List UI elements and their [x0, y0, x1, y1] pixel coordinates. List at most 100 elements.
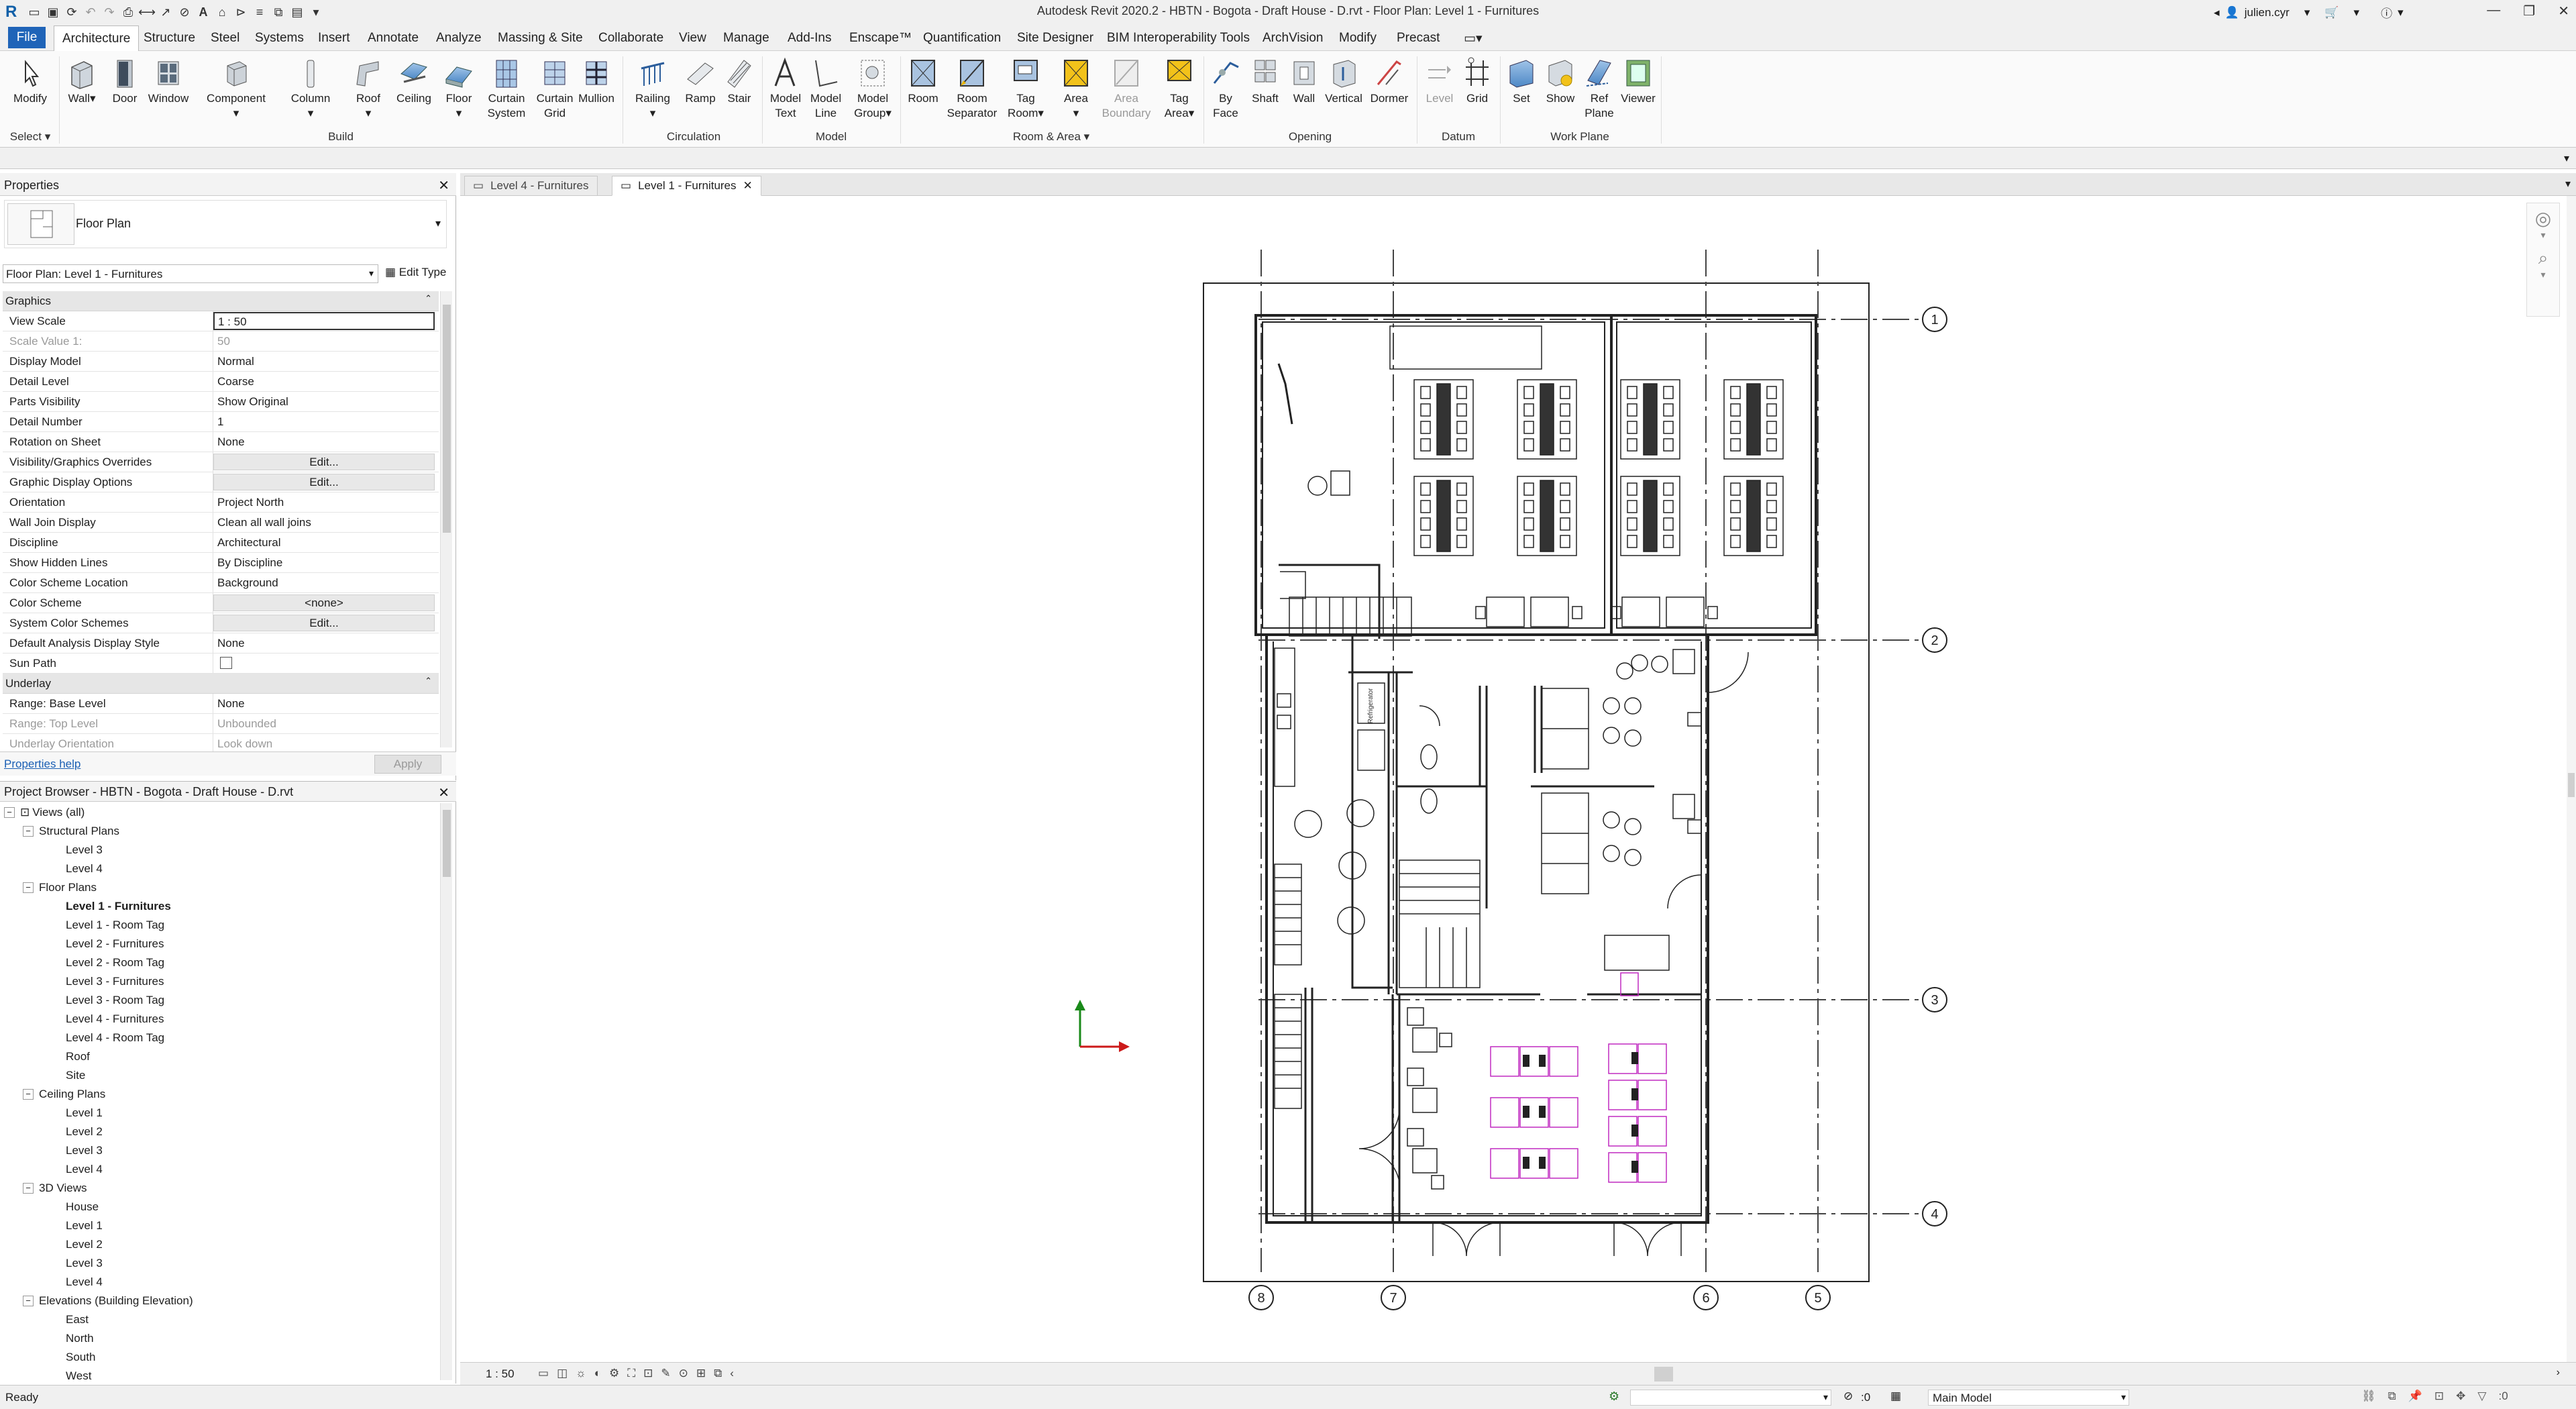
ribbon-toggle-icon[interactable]: ▭▾	[1464, 28, 1483, 50]
tree-item[interactable]: Level 1 - Room Tag	[0, 916, 436, 935]
round-tables[interactable]	[1294, 799, 1375, 935]
prop-row-view-scale[interactable]: View Scale 1 : 50	[3, 311, 439, 331]
minimize-icon[interactable]: —	[2487, 3, 2500, 19]
drawing-canvas[interactable]: Refrigerator 1 2 3 4 8 7 6 5 ◎ ▾ ⌕ ▾	[460, 196, 2567, 1355]
coffee-table[interactable]	[1604, 935, 1670, 971]
tree-item[interactable]: East	[0, 1310, 436, 1329]
roof-button[interactable]: Roof ▾	[349, 56, 388, 121]
crop-region[interactable]	[1203, 282, 1870, 1282]
wall-button[interactable]: Wall▾	[63, 56, 101, 106]
properties-help-link[interactable]: Properties help	[4, 758, 80, 771]
workstations[interactable]	[1490, 972, 1667, 1183]
scroll-right-icon[interactable]: ›	[2557, 1367, 2560, 1379]
grid-button[interactable]: Grid	[1458, 56, 1496, 106]
model-line-button[interactable]: Model Line	[806, 56, 845, 121]
workstation-chairs[interactable]	[1523, 1052, 1638, 1173]
vg-overrides-edit-button[interactable]: Edit...	[213, 454, 435, 470]
detail-level-icon[interactable]: ▭	[538, 1367, 549, 1380]
ref-plane-button[interactable]: Ref Plane	[1580, 56, 1618, 121]
by-face-button[interactable]: By Face	[1208, 56, 1244, 121]
prop-row-vg-overrides[interactable]: Visibility/Graphics Overrides Edit...	[3, 452, 439, 472]
prop-row-default-analysis[interactable]: Default Analysis Display Style None	[3, 633, 439, 654]
scroll-thumb[interactable]	[443, 305, 451, 533]
tree-item[interactable]: Level 3 - Furnitures	[0, 972, 436, 991]
exchange-icon[interactable]: ▾	[2354, 6, 2360, 19]
mullion-button[interactable]: Mullion	[574, 56, 619, 106]
help-dropdown-icon[interactable]: ▾	[2398, 6, 2404, 19]
armchairs[interactable]	[1603, 649, 1701, 866]
door-button[interactable]: Door	[106, 56, 144, 106]
tab-collaborate[interactable]: Collaborate	[598, 28, 663, 50]
prop-row-graphic-display-options[interactable]: Graphic Display Options Edit...	[3, 472, 439, 492]
tab-structure[interactable]: Structure	[144, 28, 195, 50]
temp-hide-icon[interactable]: ✎	[661, 1367, 670, 1380]
panel-room-area[interactable]: Room & Area ▾	[904, 130, 1198, 144]
model-text-button[interactable]: Model Text	[766, 56, 805, 121]
tab-archvision[interactable]: ArchVision	[1263, 28, 1323, 50]
tag-room-button[interactable]: Tag Room▾	[1006, 56, 1045, 121]
close-browser-icon[interactable]: ✕	[438, 784, 449, 801]
prop-row-show-hidden-lines[interactable]: Show Hidden Lines By Discipline	[3, 553, 439, 573]
prop-row-parts-visibility[interactable]: Parts Visibility Show Original	[3, 392, 439, 412]
scroll-thumb[interactable]	[2568, 773, 2575, 797]
level-button[interactable]: Level	[1421, 56, 1458, 106]
tree-elevations[interactable]: − Elevations (Building Elevation)	[0, 1292, 436, 1310]
tree-item[interactable]: Level 2	[0, 1123, 436, 1141]
instance-filter-dropdown[interactable]: Floor Plan: Level 1 - Furnitures ▾	[3, 264, 378, 283]
tree-floor-plans[interactable]: − Floor Plans	[0, 878, 436, 897]
select-underlay-icon[interactable]: ⧉	[2388, 1390, 2396, 1403]
tab-massing-site[interactable]: Massing & Site	[498, 28, 583, 50]
tab-insert[interactable]: Insert	[318, 28, 350, 50]
help-icon[interactable]: ⓘ	[2381, 4, 2392, 21]
tree-item[interactable]: Level 4 - Room Tag	[0, 1029, 436, 1047]
view-tab-level1-furnitures[interactable]: ▭ Level 1 - Furnitures ✕	[612, 176, 761, 196]
tab-add-ins[interactable]: Add-Ins	[788, 28, 831, 50]
sun-path-icon[interactable]: ☼	[576, 1367, 586, 1380]
prop-row-display-model[interactable]: Display Model Normal	[3, 352, 439, 372]
curtain-system-button[interactable]: Curtain System	[482, 56, 531, 121]
workset-dropdown[interactable]: ▾	[1630, 1390, 1831, 1406]
collapse-icon[interactable]: −	[23, 826, 34, 837]
viewer-button[interactable]: Viewer	[1619, 56, 1657, 106]
prop-row-discipline[interactable]: Discipline Architectural	[3, 533, 439, 553]
show-workplane-button[interactable]: Show	[1542, 56, 1579, 106]
worksets-icon[interactable]: ⚙	[1609, 1390, 1619, 1404]
canvas-hscroll-thumb[interactable]	[1654, 1367, 1673, 1381]
tree-item-selected[interactable]: Level 1 - Furnitures	[0, 897, 436, 916]
counter[interactable]	[1389, 325, 1542, 370]
options-bar-dropdown-icon[interactable]: ▾	[2564, 152, 2569, 165]
vertical-button[interactable]: Vertical	[1320, 56, 1367, 106]
shaft-button[interactable]: Shaft	[1246, 56, 1284, 106]
apply-button[interactable]: Apply	[374, 755, 441, 774]
tab-precast[interactable]: Precast	[1397, 28, 1440, 50]
column-button[interactable]: Column ▾	[287, 56, 334, 121]
prop-row-range-base-level[interactable]: Range: Base Level None	[3, 694, 439, 714]
shadows-icon[interactable]: ◐	[594, 1367, 601, 1380]
bathroom-fixtures[interactable]	[1419, 705, 1440, 814]
editable-only-icon[interactable]: ⊘	[1843, 1390, 1853, 1403]
prop-row-wall-join-display[interactable]: Wall Join Display Clean all wall joins	[3, 513, 439, 533]
highlight-icon[interactable]: ⧉	[714, 1367, 722, 1380]
prop-row-orientation[interactable]: Orientation Project North	[3, 492, 439, 513]
chevron-down-icon[interactable]: ▾	[2527, 269, 2559, 280]
design-option-dropdown[interactable]: Main Model ▾	[1928, 1390, 2129, 1406]
system-color-edit-button[interactable]: Edit...	[213, 615, 435, 631]
render-icon[interactable]: ⚙	[609, 1367, 619, 1380]
collapse-left-icon[interactable]: ‹	[730, 1367, 734, 1380]
model-group-button[interactable]: Model Group▾	[849, 56, 896, 121]
tab-modify[interactable]: Modify	[1339, 28, 1377, 50]
view-scale[interactable]: 1 : 50	[486, 1367, 515, 1381]
sun-path-checkbox[interactable]	[220, 657, 232, 669]
prop-row-color-scheme-location[interactable]: Color Scheme Location Background	[3, 573, 439, 593]
graphic-display-edit-button[interactable]: Edit...	[213, 474, 435, 490]
room-button[interactable]: Room	[904, 56, 942, 106]
collapse-icon[interactable]: −	[23, 1296, 34, 1306]
close-tab-icon[interactable]: ✕	[743, 179, 753, 193]
close-properties-icon[interactable]: ✕	[438, 177, 449, 194]
prop-row-sun-path[interactable]: Sun Path	[3, 654, 439, 674]
prop-row-rotation-on-sheet[interactable]: Rotation on Sheet None	[3, 432, 439, 452]
category-graphics[interactable]: Graphics ⌃	[3, 291, 439, 311]
tag-area-button[interactable]: Tag Area▾	[1161, 56, 1198, 121]
type-dropdown-icon[interactable]: ▾	[435, 217, 441, 230]
tree-views-all[interactable]: − ⊡ Views (all)	[0, 803, 436, 822]
